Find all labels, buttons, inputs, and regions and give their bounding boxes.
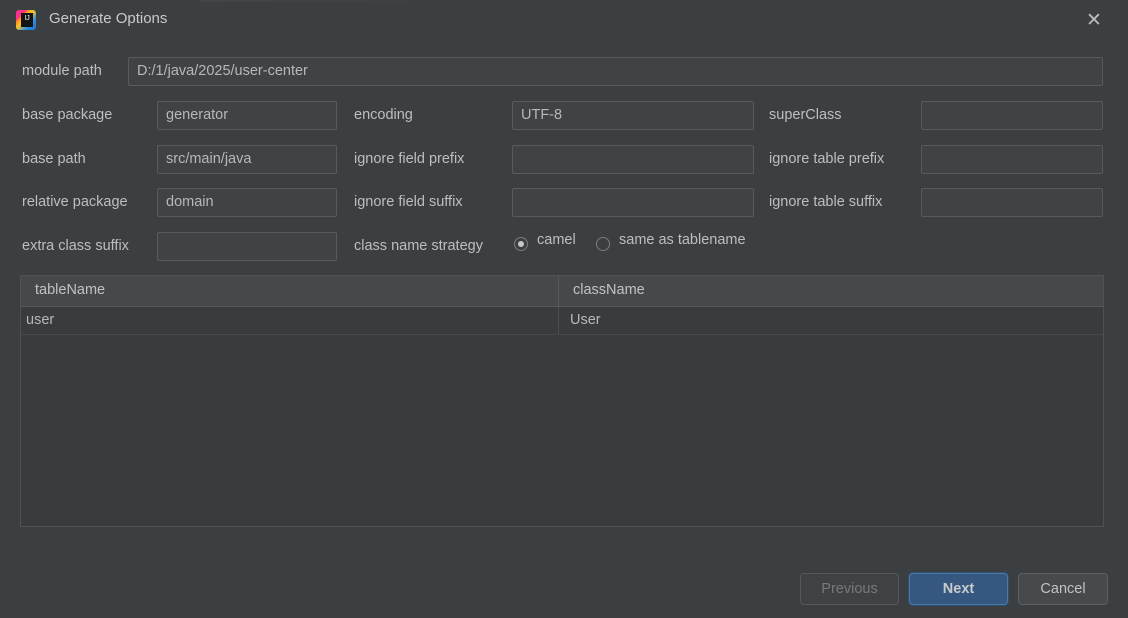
column-header-tablename[interactable]: tableName bbox=[21, 276, 559, 306]
label-base-path: base path bbox=[22, 151, 86, 167]
next-button[interactable]: Next bbox=[909, 573, 1008, 605]
label-ignore-field-suffix: ignore field suffix bbox=[354, 194, 463, 210]
super-class-input[interactable] bbox=[921, 101, 1103, 130]
dialog-title: Generate Options bbox=[49, 10, 168, 27]
radio-same-as-tablename-icon[interactable] bbox=[596, 237, 610, 251]
previous-button[interactable]: Previous bbox=[800, 573, 899, 605]
label-ignore-table-prefix: ignore table prefix bbox=[769, 151, 885, 167]
base-path-input[interactable]: src/main/java bbox=[157, 145, 337, 174]
radio-same-as-tablename-label: same as tablename bbox=[619, 232, 746, 248]
cell-classname[interactable]: User bbox=[559, 307, 1103, 334]
base-package-input[interactable]: generator bbox=[157, 101, 337, 130]
ignore-table-prefix-input[interactable] bbox=[921, 145, 1103, 174]
label-relative-package: relative package bbox=[22, 194, 128, 210]
module-path-input[interactable]: D:/1/java/2025/user-center bbox=[128, 57, 1103, 86]
ignore-table-suffix-input[interactable] bbox=[921, 188, 1103, 217]
intellij-idea-icon: IJ bbox=[16, 10, 36, 30]
tables-grid[interactable]: tableName className user User bbox=[20, 275, 1104, 527]
cell-tablename[interactable]: user bbox=[21, 307, 559, 334]
relative-package-input[interactable]: domain bbox=[157, 188, 337, 217]
label-ignore-table-suffix: ignore table suffix bbox=[769, 194, 883, 210]
label-extra-class-suffix: extra class suffix bbox=[22, 238, 129, 254]
column-header-classname[interactable]: className bbox=[559, 276, 1103, 306]
radio-camel-label: camel bbox=[537, 232, 576, 248]
generate-options-dialog: IJ Generate Options ✕ module path D:/1/j… bbox=[0, 2, 1121, 618]
cancel-button[interactable]: Cancel bbox=[1018, 573, 1108, 605]
dialog-titlebar: IJ Generate Options ✕ bbox=[0, 2, 1121, 38]
label-module-path: module path bbox=[22, 63, 102, 79]
label-super-class: superClass bbox=[769, 107, 842, 123]
ignore-field-prefix-input[interactable] bbox=[512, 145, 754, 174]
label-ignore-field-prefix: ignore field prefix bbox=[354, 151, 465, 167]
radio-camel-icon[interactable] bbox=[514, 237, 528, 251]
label-encoding: encoding bbox=[354, 107, 413, 123]
close-icon[interactable]: ✕ bbox=[1081, 8, 1107, 34]
dialog-button-bar: Previous Next Cancel bbox=[0, 573, 1121, 609]
ignore-field-suffix-input[interactable] bbox=[512, 188, 754, 217]
intellij-icon-label: IJ bbox=[24, 15, 30, 22]
table-row[interactable]: user User bbox=[21, 307, 1103, 335]
table-header-row: tableName className bbox=[21, 276, 1103, 307]
label-class-name-strategy: class name strategy bbox=[354, 238, 483, 254]
extra-class-suffix-input[interactable] bbox=[157, 232, 337, 261]
encoding-input[interactable]: UTF-8 bbox=[512, 101, 754, 130]
label-base-package: base package bbox=[22, 107, 113, 123]
